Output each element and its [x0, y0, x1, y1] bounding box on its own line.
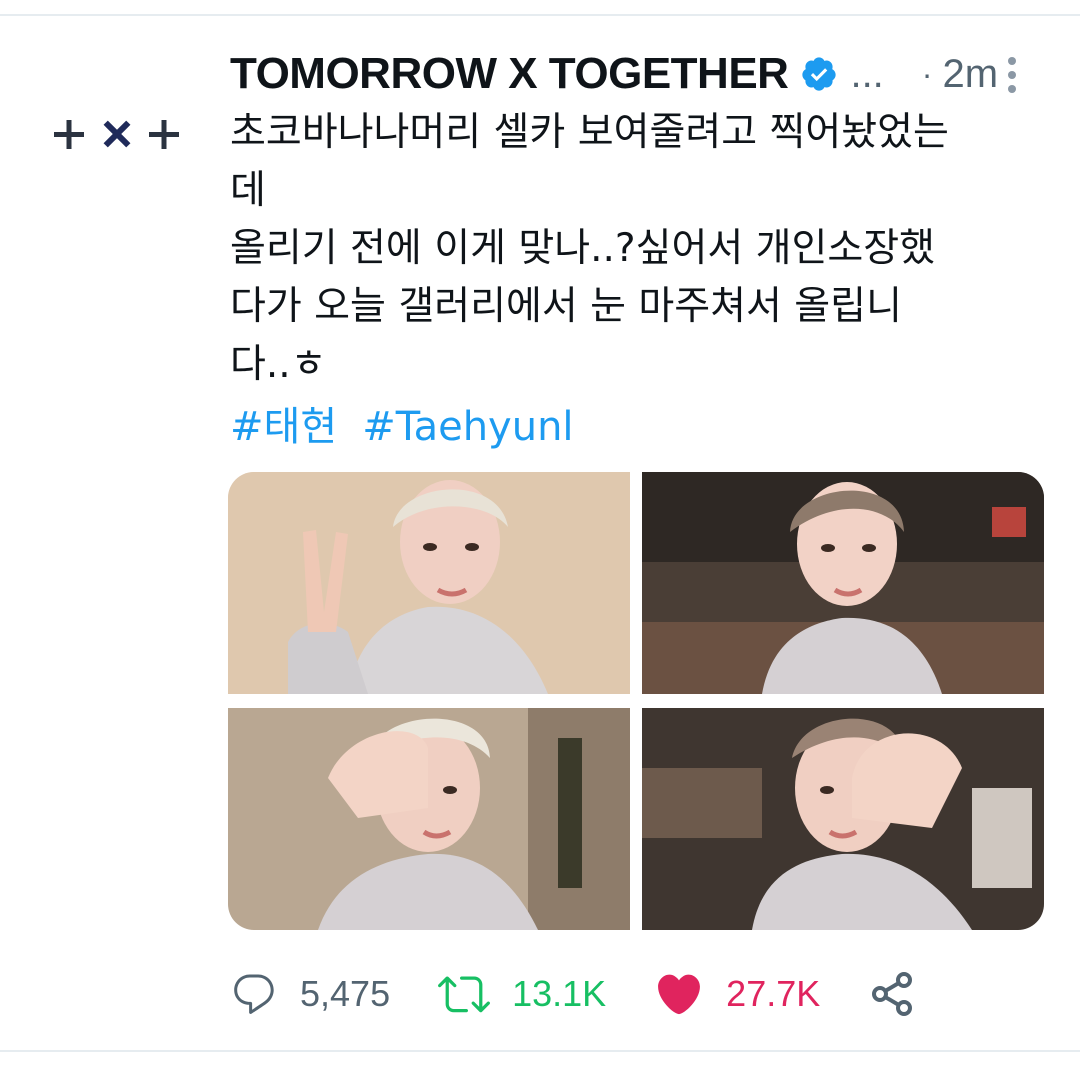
share-icon: [872, 972, 913, 1016]
top-divider: [0, 14, 1080, 16]
retweet-button[interactable]: 13.1K: [438, 968, 606, 1020]
hashtag-link[interactable]: #Taehyunl: [362, 404, 573, 450]
txt-logo-icon: [54, 120, 179, 149]
photo-selfie-hand-over-eye-2-icon: [642, 708, 1044, 930]
reply-icon: [234, 974, 274, 1014]
tweet-time[interactable]: 2m: [942, 52, 998, 97]
retweet-count: 13.1K: [512, 973, 607, 1014]
like-button[interactable]: 27.7K: [654, 969, 820, 1019]
tweet-text-line: 다가 오늘 갤러리에서 눈 마주쳐서 올립니: [230, 284, 902, 329]
tweet-text-line: 초코바나나머리 셀카 보여줄려고 찍어놨었는: [230, 110, 949, 155]
verified-badge-icon: [800, 55, 838, 93]
tweet-text: 초코바나나머리 셀카 보여줄려고 찍어놨었는 데 올리기 전에 이게 맞나..?…: [230, 104, 1050, 394]
display-name[interactable]: TOMORROW X TOGETHER: [230, 49, 789, 99]
photo-thumbnail[interactable]: [228, 708, 630, 930]
bottom-divider: [0, 1050, 1080, 1052]
hashtags: #태현 #Taehyunl: [230, 398, 588, 456]
reply-count: 5,475: [300, 973, 391, 1014]
separator-dot: ·: [921, 55, 933, 92]
hashtag-link[interactable]: #태현: [230, 404, 337, 450]
tweet-text-line: 다..ㅎ: [230, 342, 327, 387]
more-options-icon[interactable]: [992, 50, 1032, 100]
reply-button[interactable]: 5,475: [230, 970, 390, 1018]
tweet-text-line: 올리기 전에 이게 맞나..?싶어서 개인소장했: [230, 226, 936, 271]
like-count: 27.7K: [726, 973, 821, 1014]
share-button[interactable]: [868, 970, 916, 1018]
photo-selfie-room-icon: [642, 472, 1044, 694]
photo-selfie-hand-over-eye-icon: [228, 708, 630, 930]
photo-thumbnail[interactable]: [642, 708, 1044, 930]
media-grid: [228, 472, 1044, 930]
heart-icon: [658, 974, 701, 1015]
retweet-icon: [438, 976, 491, 1013]
user-handle[interactable]: ...: [850, 52, 883, 97]
tweet-header: TOMORROW X TOGETHER ... · 2m: [230, 44, 1040, 104]
photo-thumbnail[interactable]: [642, 472, 1044, 694]
tweet-actions: 5,475 13.1K 27.7K: [230, 962, 1030, 1026]
tweet-text-line: 데: [230, 168, 266, 213]
photo-selfie-peace-sign-icon: [228, 472, 630, 694]
avatar[interactable]: [48, 112, 188, 156]
photo-thumbnail[interactable]: [228, 472, 630, 694]
